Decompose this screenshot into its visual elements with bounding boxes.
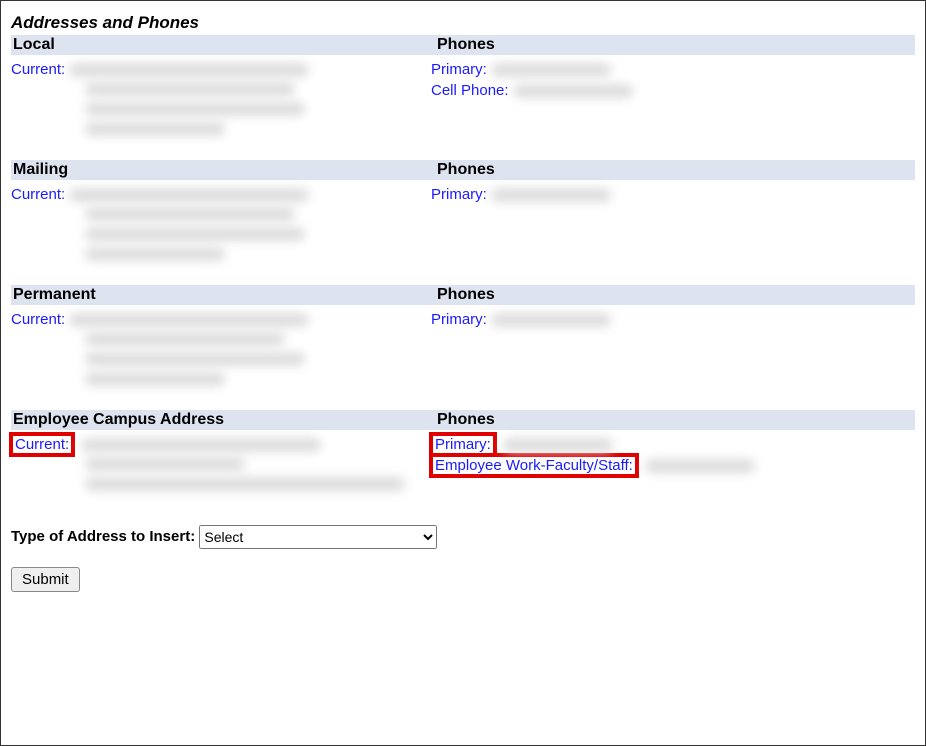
- section-mailing: Mailing Phones Current: Primary:: [11, 160, 915, 267]
- redacted-address-lines: [85, 332, 431, 386]
- redacted-text: [69, 188, 309, 202]
- redacted-address-lines: [85, 457, 431, 491]
- highlight-work: Employee Work-Faculty/Staff:: [429, 453, 639, 478]
- insert-label: Type of Address to Insert:: [11, 528, 195, 545]
- header-permanent-address: Permanent: [11, 285, 435, 305]
- local-primary-phone-link[interactable]: Primary:: [431, 61, 487, 78]
- permanent-current-link[interactable]: Current:: [11, 311, 65, 328]
- local-cell-phone-link[interactable]: Cell Phone:: [431, 82, 509, 99]
- employee-primary-phone-link[interactable]: Primary:: [435, 436, 491, 453]
- page: Addresses and Phones Local Phones Curren…: [0, 0, 926, 746]
- redacted-text: [491, 188, 611, 202]
- redacted-text: [81, 438, 321, 452]
- redacted-address-lines: [85, 82, 431, 136]
- employee-current-link[interactable]: Current:: [15, 436, 69, 453]
- mailing-current-link[interactable]: Current:: [11, 186, 65, 203]
- header-employee-phones: Phones: [435, 410, 915, 430]
- redacted-text: [69, 63, 309, 77]
- header-permanent-phones: Phones: [435, 285, 915, 305]
- mailing-primary-phone-link[interactable]: Primary:: [431, 186, 487, 203]
- employee-work-phone-link[interactable]: Employee Work-Faculty/Staff:: [435, 457, 633, 474]
- redacted-text: [69, 313, 309, 327]
- header-mailing-address: Mailing: [11, 160, 435, 180]
- highlight-current: Current:: [9, 432, 75, 457]
- redacted-text: [491, 63, 611, 77]
- page-title: Addresses and Phones: [11, 13, 915, 33]
- section-permanent: Permanent Phones Current: Primary:: [11, 285, 915, 392]
- header-local-address: Local: [11, 35, 435, 55]
- redacted-text: [491, 313, 611, 327]
- local-current-link[interactable]: Current:: [11, 61, 65, 78]
- submit-button[interactable]: Submit: [11, 567, 80, 592]
- redacted-text: [513, 84, 633, 98]
- redacted-text: [645, 459, 755, 473]
- insert-row: Type of Address to Insert: Select: [11, 525, 915, 549]
- header-employee-address: Employee Campus Address: [11, 410, 435, 430]
- section-employee: Employee Campus Address Phones Current: …: [11, 410, 915, 497]
- redacted-address-lines: [85, 207, 431, 261]
- section-local: Local Phones Current: Primary: Cell P: [11, 35, 915, 142]
- header-mailing-phones: Phones: [435, 160, 915, 180]
- address-type-select[interactable]: Select: [199, 525, 437, 549]
- redacted-text: [503, 438, 613, 452]
- permanent-primary-phone-link[interactable]: Primary:: [431, 311, 487, 328]
- header-local-phones: Phones: [435, 35, 915, 55]
